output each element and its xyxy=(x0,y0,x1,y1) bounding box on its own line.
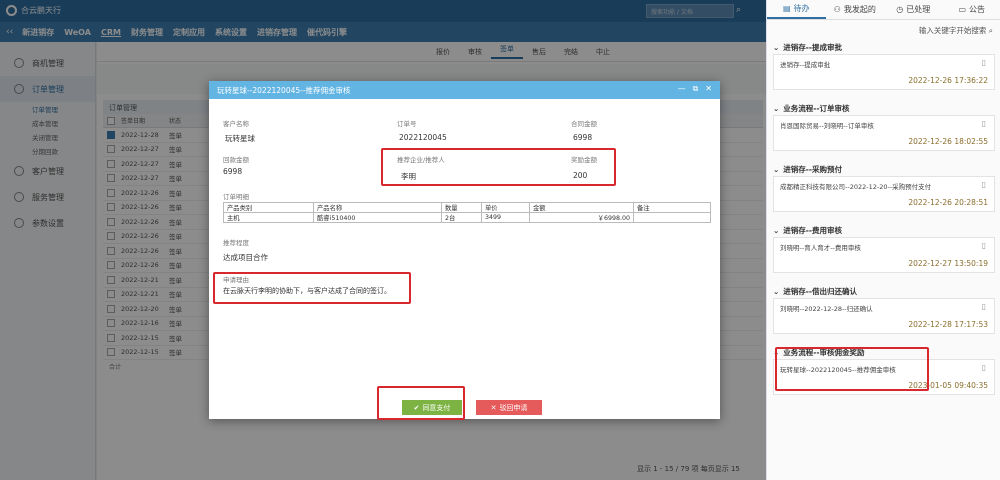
tab-todo[interactable]: ▤ 待办 xyxy=(767,0,826,19)
detail-header-row: 产品类别 产品名称 数量 单价 金额 备注 xyxy=(223,202,711,213)
clipboard-icon: ▯ xyxy=(981,180,986,189)
dialog-title: 玩转星球--2022120045--推荐佣金审核 xyxy=(209,81,720,99)
todo-item-text: 肖恩国际贸易--刘晓明--订单审核 xyxy=(780,122,874,130)
customer-value: 玩转星球 xyxy=(225,134,255,143)
bonus-value: 200 xyxy=(573,171,588,180)
contract-label: 合同金额 xyxy=(571,120,597,128)
detail-cell: ￥6998.00 xyxy=(529,212,634,223)
user-icon: ⚇ xyxy=(833,5,841,14)
detail-col: 金额 xyxy=(529,202,634,213)
detail-row: 主机 酷睿i510400 2台 3499 ￥6998.00 xyxy=(223,212,711,223)
todo-item-date: 2022-12-26 18:02:55 xyxy=(908,137,988,146)
detail-cell: 3499 xyxy=(481,212,530,223)
tab-announcement[interactable]: ▭ 公告 xyxy=(943,0,1000,19)
detail-cell: 2台 xyxy=(441,212,482,223)
detail-col: 产品名称 xyxy=(313,202,442,213)
todo-tabs: ▤ 待办 ⚇ 我发起的 ◷ 已处理 ▭ 公告 xyxy=(767,0,1000,20)
chevron-down-icon: ⌄ xyxy=(773,42,780,52)
detail-label: 订单明细 xyxy=(223,193,249,201)
contract-value: 6998 xyxy=(573,133,593,142)
todo-item-text: 进销存--提成审批 xyxy=(780,61,831,69)
todo-card[interactable]: 进销存--提成审批 ▯ 2022-12-26 17:36:22 xyxy=(773,54,995,90)
chat-icon: ▭ xyxy=(958,5,967,14)
x-icon: ✕ xyxy=(490,403,497,412)
detail-col: 备注 xyxy=(633,202,711,213)
detail-col: 产品类别 xyxy=(223,202,314,213)
todo-group-title[interactable]: ⌄ 进销存--费用审核 xyxy=(767,223,1000,237)
customer-label: 客户名称 xyxy=(223,120,249,128)
todo-group: ⌄ 进销存--采购预付 成都精正科技有限公司--2022-12-20--采购预付支付… xyxy=(767,162,1000,212)
chevron-down-icon: ⌄ xyxy=(773,164,780,174)
dialog-controls: — ⧉ ✕ xyxy=(678,84,712,94)
degree-label: 推荐程度 xyxy=(223,239,249,247)
detail-cell: 主机 xyxy=(223,212,314,223)
detail-cell xyxy=(633,212,711,223)
referrer-label: 推荐企业/推荐人 xyxy=(397,156,445,164)
todo-group: ⌄ 进销存--提成审批 进销存--提成审批 ▯ 2022-12-26 17:36:22 xyxy=(767,40,1000,90)
degree-value: 达成项目合作 xyxy=(223,253,268,262)
todo-group-title[interactable]: ⌄ 业务流程--订单审核 xyxy=(767,101,1000,115)
list-icon: ▤ xyxy=(782,4,791,13)
reason-value: 在云脉天行李明的协助下，与客户达成了合同的签订。 xyxy=(223,287,391,295)
todo-item-date: 2022-12-26 17:36:22 xyxy=(908,76,988,85)
todo-item-date: 2022-12-26 20:28:51 xyxy=(908,198,988,207)
approve-button[interactable]: ✔ 同意支付 xyxy=(402,400,462,415)
clipboard-icon: ▯ xyxy=(981,302,986,311)
todo-group-title[interactable]: ⌄ 进销存--借出归还确认 xyxy=(767,284,1000,298)
chevron-down-icon: ⌄ xyxy=(773,103,780,113)
todo-card[interactable]: 成都精正科技有限公司--2022-12-20--采购预付支付 ▯ 2022-12-2… xyxy=(773,176,995,212)
reason-label: 申请理由 xyxy=(223,276,249,284)
todo-item-date: 2022-12-27 13:50:19 xyxy=(908,259,988,268)
clipboard-icon: ▯ xyxy=(981,58,986,67)
todo-item-text: 刘晓明--育人育才--费用审核 xyxy=(780,244,861,252)
clipboard-icon: ▯ xyxy=(981,119,986,128)
todo-panel: ▤ 待办 ⚇ 我发起的 ◷ 已处理 ▭ 公告 输入关键字开始搜索 ⌕ ⌄ 进销存--提成审… xyxy=(766,0,1000,480)
search-icon: ⌕ xyxy=(988,26,993,35)
todo-card[interactable]: 刘晓明--2022-12-28--归还确认 ▯ 2022-12-28 17:17:5… xyxy=(773,298,995,334)
reject-button[interactable]: ✕ 驳回申请 xyxy=(476,400,542,415)
todo-group: ⌄ 进销存--借出归还确认刘晓明--2022-12-28--归还确认 ▯ 2022-1… xyxy=(767,284,1000,334)
detail-col: 单价 xyxy=(481,202,530,213)
todo-group: ⌄ 业务流程--订单审核肖恩国际贸易--刘晓明--订单审核 ▯ 2022-12-26 … xyxy=(767,101,1000,151)
clipboard-icon: ▯ xyxy=(981,363,986,372)
chevron-down-icon: ⌄ xyxy=(773,286,780,296)
chevron-down-icon: ⌄ xyxy=(773,225,780,235)
todo-group: ⌄ 进销存--费用审核刘晓明--育人育才--费用审核 ▯ 2022-12-27 13:… xyxy=(767,223,1000,273)
todo-item-text: 刘晓明--2022-12-28--归还确认 xyxy=(780,305,873,313)
clock-icon: ◷ xyxy=(896,5,904,14)
maximize-icon[interactable]: ⧉ xyxy=(693,84,699,94)
todo-card[interactable]: 肖恩国际贸易--刘晓明--订单审核 ▯ 2022-12-26 18:02:55 xyxy=(773,115,995,151)
bonus-label: 奖励金额 xyxy=(571,156,597,164)
todo-item-date: 2022-12-28 17:17:53 xyxy=(908,320,988,329)
todo-group-title[interactable]: ⌄ 进销存--采购预付 xyxy=(767,162,1000,176)
close-icon[interactable]: ✕ xyxy=(705,84,712,94)
clipboard-icon: ▯ xyxy=(981,241,986,250)
todo-item-text: 成都精正科技有限公司--2022-12-20--采购预付支付 xyxy=(780,183,932,191)
todo-highlight xyxy=(775,347,929,391)
todo-card[interactable]: 刘晓明--育人育才--费用审核 ▯ 2022-12-27 13:50:19 xyxy=(773,237,995,273)
todo-search[interactable]: 输入关键字开始搜索 ⌕ xyxy=(767,20,1000,40)
tab-processed[interactable]: ◷ 已处理 xyxy=(884,0,943,19)
check-icon: ✔ xyxy=(413,403,420,412)
detail-cell: 酷睿i510400 xyxy=(313,212,442,223)
referrer-value: 李明 xyxy=(401,172,416,181)
received-label: 回款金额 xyxy=(223,156,249,164)
order-detail-table: 产品类别 产品名称 数量 单价 金额 备注 主机 酷睿i510400 2台 34… xyxy=(223,202,711,223)
todo-group-title[interactable]: ⌄ 进销存--提成审批 xyxy=(767,40,1000,54)
order-no-value: 2022120045 xyxy=(399,133,447,142)
commission-review-dialog: 玩转星球--2022120045--推荐佣金审核 — ⧉ ✕ 客户名称 玩转星球… xyxy=(209,81,720,420)
minimize-icon[interactable]: — xyxy=(678,84,686,94)
tab-initiated[interactable]: ⚇ 我发起的 xyxy=(826,0,885,19)
order-no-label: 订单号 xyxy=(397,120,417,128)
detail-col: 数量 xyxy=(441,202,482,213)
received-value: 6998 xyxy=(223,167,243,176)
